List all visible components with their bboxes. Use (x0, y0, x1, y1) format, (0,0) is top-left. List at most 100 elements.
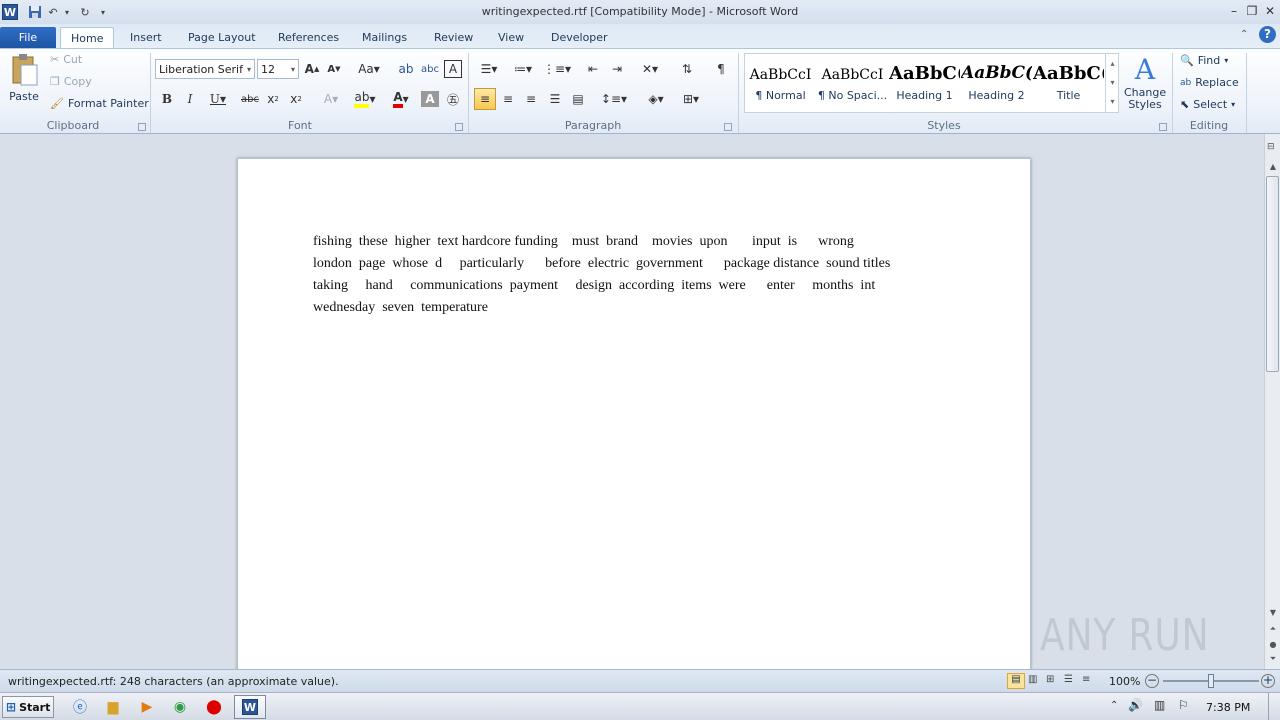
network-icon[interactable]: ▥ (1154, 698, 1165, 712)
paragraph-launcher-icon[interactable] (724, 123, 732, 131)
bullets-icon[interactable]: ☰▾ (474, 59, 504, 79)
strikethrough-icon[interactable]: abc (240, 89, 260, 109)
close-icon[interactable]: ✕ (1262, 3, 1278, 19)
print-layout-icon[interactable]: ▤ (1007, 673, 1025, 689)
numbering-icon[interactable]: ≔▾ (508, 59, 538, 79)
tab-mailings[interactable]: Mailings (352, 27, 417, 48)
document-line: taking hand communications payment desig… (313, 278, 876, 293)
tab-insert[interactable]: Insert (120, 27, 172, 48)
copy-button[interactable]: ❐ Copy (50, 75, 92, 88)
highlight-color-icon[interactable]: ab ▾ (350, 89, 380, 109)
enclose-characters-icon[interactable]: ㊄ (443, 89, 463, 109)
increase-indent-icon[interactable]: ⇥ (606, 59, 628, 79)
style-title[interactable]: AaBbC(Title (1033, 57, 1104, 111)
restore-icon[interactable]: ❐ (1244, 3, 1260, 19)
scroll-down-icon[interactable]: ▼ (1267, 608, 1279, 618)
styles-scroll[interactable]: ▴ ▾ ▾ (1105, 54, 1119, 112)
outline-icon[interactable]: ☰ (1064, 674, 1073, 685)
line-spacing-icon[interactable]: ↕≡▾ (600, 89, 628, 109)
folder-icon[interactable]: ▆ (101, 696, 125, 718)
minimize-icon[interactable]: – (1226, 3, 1242, 19)
tab-view[interactable]: View (488, 27, 534, 48)
font-name-combo[interactable]: Liberation Serif ▾ (155, 59, 255, 79)
zoom-slider-thumb[interactable] (1208, 674, 1214, 688)
clear-formatting-icon[interactable]: ab (396, 59, 416, 79)
style-heading-2[interactable]: AaBbC(Heading 2 (961, 57, 1032, 111)
replace-button[interactable]: ab Replace (1180, 76, 1239, 89)
borders-icon[interactable]: ⊞▾ (676, 89, 706, 109)
browse-object-icon[interactable]: ● (1267, 640, 1279, 649)
grow-font-icon[interactable]: A ▲ (302, 59, 322, 79)
subscript-icon[interactable]: x2 (264, 89, 282, 109)
scroll-thumb[interactable] (1266, 176, 1279, 372)
font-size-combo[interactable]: 12 ▾ (257, 59, 299, 79)
chrome-icon[interactable]: ◉ (168, 696, 192, 718)
change-styles-button[interactable]: A Change Styles (1122, 53, 1168, 111)
select-button[interactable]: ⬉ Select ▾ (1180, 98, 1235, 111)
tab-review[interactable]: Review (424, 27, 483, 48)
format-painter-button[interactable]: 🖌 Format Painter (50, 97, 149, 110)
paragraph-group-label: Paragraph (564, 119, 622, 132)
justify-icon[interactable]: ☰ (545, 89, 565, 109)
internet-explorer-icon[interactable]: ⓔ (68, 696, 92, 718)
zoom-in-icon[interactable]: + (1261, 674, 1275, 688)
start-button[interactable]: ⊞ Start (2, 696, 54, 718)
font-color-icon[interactable]: A ▾ (386, 89, 416, 109)
change-case-icon[interactable]: Aa▾ (356, 59, 382, 79)
tab-developer[interactable]: Developer (541, 27, 618, 48)
media-player-icon[interactable]: ▶ (135, 696, 159, 718)
multilevel-list-icon[interactable]: ⋮≡▾ (542, 59, 572, 79)
tab-page-layout[interactable]: Page Layout (178, 27, 266, 48)
speaker-icon[interactable]: 🔊 (1128, 698, 1143, 712)
underline-icon[interactable]: U▾ (204, 89, 232, 109)
zoom-out-icon[interactable]: − (1145, 674, 1159, 688)
clipboard-launcher-icon[interactable] (138, 123, 146, 131)
previous-page-icon[interactable]: ⏶ (1267, 624, 1279, 634)
style-heading-1[interactable]: AaBbC(Heading 1 (889, 57, 960, 111)
cut-button[interactable]: ✂ Cut (50, 53, 82, 66)
sort-icon[interactable]: ⇅ (676, 59, 698, 79)
help-icon[interactable]: ? (1259, 26, 1276, 43)
font-launcher-icon[interactable] (455, 123, 463, 131)
show-hidden-icons-icon[interactable]: ⌃ (1110, 700, 1118, 711)
align-center-icon[interactable]: ≡ (498, 89, 518, 109)
draft-icon[interactable]: ≡ (1082, 674, 1090, 685)
distributed-icon[interactable]: ▤ (568, 89, 588, 109)
show-hide-pilcrow-icon[interactable]: ¶ (710, 59, 732, 79)
opera-icon[interactable]: ⬤ (202, 696, 226, 718)
character-shading-icon[interactable]: A (421, 91, 439, 107)
action-center-flag-icon[interactable]: ⚐ (1178, 698, 1189, 712)
chevron-down-icon: ▾ (290, 64, 295, 74)
decrease-indent-icon[interactable]: ⇤ (582, 59, 604, 79)
ruler-toggle-icon[interactable]: ⊟ (1267, 142, 1279, 156)
shading-icon[interactable]: ◈▾ (640, 89, 672, 109)
clock-time[interactable]: 7:38 PM (1206, 701, 1250, 714)
shrink-font-icon[interactable]: A ▼ (324, 59, 344, 79)
italic-icon[interactable]: I (181, 89, 199, 109)
next-page-icon[interactable]: ⏷ (1267, 654, 1279, 664)
phonetic-guide-icon[interactable]: abc (420, 59, 440, 79)
asian-layout-icon[interactable]: ✕▾ (636, 59, 664, 79)
vertical-scrollbar[interactable]: ⊟ ▲ ▼ ⏶ ● ⏷ (1264, 134, 1280, 669)
align-left-icon[interactable]: ≡ (474, 88, 496, 110)
web-layout-icon[interactable]: ⊞ (1046, 674, 1054, 685)
word-taskbar-button[interactable]: W (234, 695, 266, 719)
styles-launcher-icon[interactable] (1159, 123, 1167, 131)
tab-home[interactable]: Home (60, 27, 115, 48)
text-effects-icon[interactable]: A▾ (318, 89, 344, 109)
scroll-up-icon[interactable]: ▲ (1267, 162, 1279, 172)
style-no-spacing[interactable]: AaBbCcI ¶ No Spaci... (817, 57, 888, 111)
bold-icon[interactable]: B (158, 89, 176, 109)
minimize-ribbon-icon[interactable]: ⌃ (1240, 29, 1248, 40)
tab-file[interactable]: File (0, 27, 56, 48)
tab-references[interactable]: References (268, 27, 349, 48)
zoom-level[interactable]: 100% (1109, 675, 1140, 688)
superscript-icon[interactable]: x2 (287, 89, 305, 109)
full-screen-reading-icon[interactable]: ▥ (1028, 674, 1037, 685)
align-right-icon[interactable]: ≡ (521, 89, 541, 109)
character-border-icon[interactable]: A (444, 60, 462, 78)
show-desktop-button[interactable] (1268, 693, 1280, 720)
style-normal[interactable]: AaBbCcI ¶ Normal (745, 57, 816, 111)
find-button[interactable]: 🔍 Find ▾ (1180, 54, 1228, 67)
paste-button[interactable]: Paste (6, 53, 42, 115)
